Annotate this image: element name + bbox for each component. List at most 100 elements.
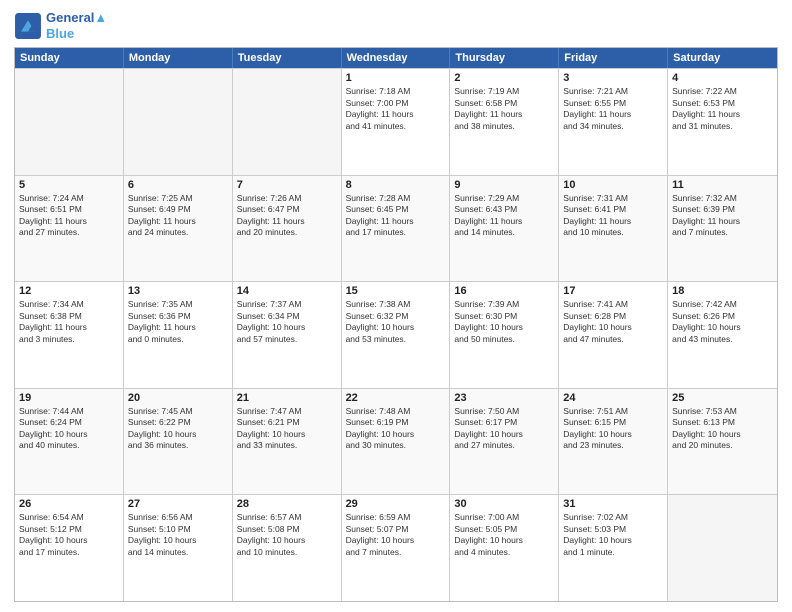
day-info: Sunrise: 7:51 AM Sunset: 6:15 PM Dayligh…: [563, 406, 663, 452]
calendar-cell: 18 Sunrise: 7:42 AM Sunset: 6:26 PM Dayli…: [668, 282, 777, 388]
calendar-cell: 2 Sunrise: 7:19 AM Sunset: 6:58 PM Daylig…: [450, 69, 559, 175]
day-number: 1: [346, 72, 446, 84]
day-number: 21: [237, 392, 337, 404]
day-number: 27: [128, 498, 228, 510]
day-number: 26: [19, 498, 119, 510]
calendar-header: SundayMondayTuesdayWednesdayThursdayFrid…: [15, 48, 777, 68]
day-number: 25: [672, 392, 773, 404]
day-number: 11: [672, 179, 773, 191]
calendar-row: 1 Sunrise: 7:18 AM Sunset: 7:00 PM Daylig…: [15, 68, 777, 175]
calendar-row: 19 Sunrise: 7:44 AM Sunset: 6:24 PM Dayli…: [15, 388, 777, 495]
day-number: 28: [237, 498, 337, 510]
day-info: Sunrise: 6:59 AM Sunset: 5:07 PM Dayligh…: [346, 512, 446, 558]
day-number: 14: [237, 285, 337, 297]
day-number: 30: [454, 498, 554, 510]
day-number: 8: [346, 179, 446, 191]
day-info: Sunrise: 7:41 AM Sunset: 6:28 PM Dayligh…: [563, 299, 663, 345]
day-info: Sunrise: 7:29 AM Sunset: 6:43 PM Dayligh…: [454, 193, 554, 239]
day-info: Sunrise: 6:56 AM Sunset: 5:10 PM Dayligh…: [128, 512, 228, 558]
calendar-cell: 6 Sunrise: 7:25 AM Sunset: 6:49 PM Daylig…: [124, 176, 233, 282]
day-info: Sunrise: 7:24 AM Sunset: 6:51 PM Dayligh…: [19, 193, 119, 239]
calendar-row: 12 Sunrise: 7:34 AM Sunset: 6:38 PM Dayli…: [15, 281, 777, 388]
day-info: Sunrise: 7:44 AM Sunset: 6:24 PM Dayligh…: [19, 406, 119, 452]
day-info: Sunrise: 7:50 AM Sunset: 6:17 PM Dayligh…: [454, 406, 554, 452]
calendar: SundayMondayTuesdayWednesdayThursdayFrid…: [14, 47, 778, 602]
logo-text: General▲ Blue: [46, 10, 107, 41]
day-number: 7: [237, 179, 337, 191]
day-number: 31: [563, 498, 663, 510]
calendar-body: 1 Sunrise: 7:18 AM Sunset: 7:00 PM Daylig…: [15, 68, 777, 601]
logo: General▲ Blue: [14, 10, 107, 41]
weekday-header: Saturday: [668, 48, 777, 68]
calendar-cell: 8 Sunrise: 7:28 AM Sunset: 6:45 PM Daylig…: [342, 176, 451, 282]
calendar-cell: 1 Sunrise: 7:18 AM Sunset: 7:00 PM Daylig…: [342, 69, 451, 175]
weekday-header: Wednesday: [342, 48, 451, 68]
day-info: Sunrise: 7:48 AM Sunset: 6:19 PM Dayligh…: [346, 406, 446, 452]
calendar-cell: [668, 495, 777, 601]
calendar-cell: 12 Sunrise: 7:34 AM Sunset: 6:38 PM Dayli…: [15, 282, 124, 388]
day-number: 29: [346, 498, 446, 510]
calendar-cell: 10Sunrise: 7:31 AM Sunset: 6:41 PM Dayli…: [559, 176, 668, 282]
calendar-cell: [15, 69, 124, 175]
day-number: 15: [346, 285, 446, 297]
day-number: 13: [128, 285, 228, 297]
weekday-header: Monday: [124, 48, 233, 68]
calendar-cell: 9Sunrise: 7:29 AM Sunset: 6:43 PM Daylig…: [450, 176, 559, 282]
calendar-cell: 25Sunrise: 7:53 AM Sunset: 6:13 PM Dayli…: [668, 389, 777, 495]
day-info: Sunrise: 7:22 AM Sunset: 6:53 PM Dayligh…: [672, 86, 773, 132]
day-info: Sunrise: 7:38 AM Sunset: 6:32 PM Dayligh…: [346, 299, 446, 345]
day-info: Sunrise: 7:37 AM Sunset: 6:34 PM Dayligh…: [237, 299, 337, 345]
day-number: 2: [454, 72, 554, 84]
day-info: Sunrise: 7:42 AM Sunset: 6:26 PM Dayligh…: [672, 299, 773, 345]
calendar-cell: 3Sunrise: 7:21 AM Sunset: 6:55 PM Daylig…: [559, 69, 668, 175]
day-number: 17: [563, 285, 663, 297]
day-info: Sunrise: 7:19 AM Sunset: 6:58 PM Dayligh…: [454, 86, 554, 132]
day-number: 24: [563, 392, 663, 404]
day-number: 20: [128, 392, 228, 404]
day-info: Sunrise: 6:57 AM Sunset: 5:08 PM Dayligh…: [237, 512, 337, 558]
day-info: Sunrise: 7:31 AM Sunset: 6:41 PM Dayligh…: [563, 193, 663, 239]
calendar-cell: 19 Sunrise: 7:44 AM Sunset: 6:24 PM Dayli…: [15, 389, 124, 495]
day-info: Sunrise: 7:21 AM Sunset: 6:55 PM Dayligh…: [563, 86, 663, 132]
calendar-cell: 13 Sunrise: 7:35 AM Sunset: 6:36 PM Dayli…: [124, 282, 233, 388]
day-number: 12: [19, 285, 119, 297]
day-info: Sunrise: 7:47 AM Sunset: 6:21 PM Dayligh…: [237, 406, 337, 452]
day-number: 19: [19, 392, 119, 404]
day-info: Sunrise: 7:28 AM Sunset: 6:45 PM Dayligh…: [346, 193, 446, 239]
weekday-header: Friday: [559, 48, 668, 68]
calendar-cell: 23Sunrise: 7:50 AM Sunset: 6:17 PM Dayli…: [450, 389, 559, 495]
day-number: 18: [672, 285, 773, 297]
calendar-cell: [233, 69, 342, 175]
day-number: 6: [128, 179, 228, 191]
day-info: Sunrise: 7:25 AM Sunset: 6:49 PM Dayligh…: [128, 193, 228, 239]
logo-icon: [14, 12, 42, 40]
calendar-cell: 30 Sunrise: 7:00 AM Sunset: 5:05 PM Dayli…: [450, 495, 559, 601]
calendar-cell: 14 Sunrise: 7:37 AM Sunset: 6:34 PM Dayli…: [233, 282, 342, 388]
day-info: Sunrise: 7:00 AM Sunset: 5:05 PM Dayligh…: [454, 512, 554, 558]
day-info: Sunrise: 7:45 AM Sunset: 6:22 PM Dayligh…: [128, 406, 228, 452]
weekday-header: Thursday: [450, 48, 559, 68]
calendar-cell: 5Sunrise: 7:24 AM Sunset: 6:51 PM Daylig…: [15, 176, 124, 282]
day-number: 16: [454, 285, 554, 297]
calendar-cell: 11Sunrise: 7:32 AM Sunset: 6:39 PM Dayli…: [668, 176, 777, 282]
calendar-row: 5Sunrise: 7:24 AM Sunset: 6:51 PM Daylig…: [15, 175, 777, 282]
day-info: Sunrise: 7:34 AM Sunset: 6:38 PM Dayligh…: [19, 299, 119, 345]
day-info: Sunrise: 6:54 AM Sunset: 5:12 PM Dayligh…: [19, 512, 119, 558]
calendar-cell: [124, 69, 233, 175]
calendar-cell: 26 Sunrise: 6:54 AM Sunset: 5:12 PM Dayli…: [15, 495, 124, 601]
weekday-header: Sunday: [15, 48, 124, 68]
day-info: Sunrise: 7:18 AM Sunset: 7:00 PM Dayligh…: [346, 86, 446, 132]
calendar-cell: 7Sunrise: 7:26 AM Sunset: 6:47 PM Daylig…: [233, 176, 342, 282]
day-info: Sunrise: 7:02 AM Sunset: 5:03 PM Dayligh…: [563, 512, 663, 558]
calendar-cell: 29 Sunrise: 6:59 AM Sunset: 5:07 PM Dayli…: [342, 495, 451, 601]
calendar-cell: 17 Sunrise: 7:41 AM Sunset: 6:28 PM Dayli…: [559, 282, 668, 388]
calendar-cell: 22 Sunrise: 7:48 AM Sunset: 6:19 PM Dayli…: [342, 389, 451, 495]
calendar-cell: 20 Sunrise: 7:45 AM Sunset: 6:22 PM Dayli…: [124, 389, 233, 495]
calendar-row: 26 Sunrise: 6:54 AM Sunset: 5:12 PM Dayli…: [15, 494, 777, 601]
calendar-cell: 21 Sunrise: 7:47 AM Sunset: 6:21 PM Dayli…: [233, 389, 342, 495]
calendar-cell: 4Sunrise: 7:22 AM Sunset: 6:53 PM Daylig…: [668, 69, 777, 175]
day-number: 22: [346, 392, 446, 404]
day-info: Sunrise: 7:35 AM Sunset: 6:36 PM Dayligh…: [128, 299, 228, 345]
page-header: General▲ Blue: [14, 10, 778, 41]
calendar-cell: 24 Sunrise: 7:51 AM Sunset: 6:15 PM Dayli…: [559, 389, 668, 495]
